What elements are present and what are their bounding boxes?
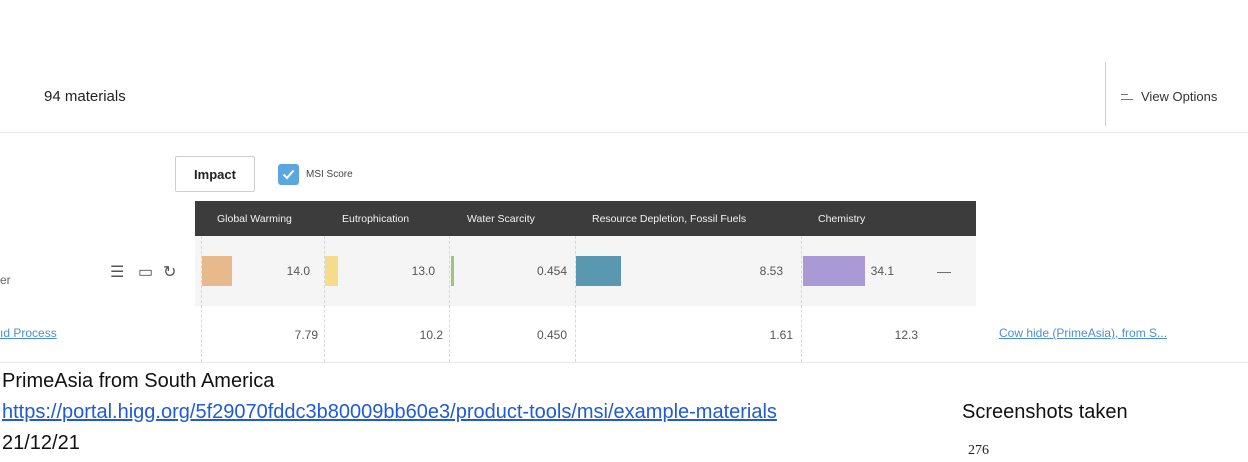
sliders-icon[interactable]: ☰ bbox=[110, 264, 124, 282]
chemistry-value: 34.1 bbox=[870, 264, 894, 278]
eutrophication-value: 10.2 bbox=[419, 328, 443, 342]
msi-score-label: MSI Score bbox=[306, 169, 353, 180]
view-options-label: View Options bbox=[1141, 89, 1218, 104]
global-warming-bar bbox=[202, 256, 232, 286]
caption-date: 21/12/21 bbox=[2, 432, 80, 454]
impact-button[interactable]: Impact bbox=[175, 156, 255, 192]
material-name: er bbox=[0, 273, 11, 287]
msi-score-checkbox[interactable] bbox=[278, 164, 299, 185]
material-link[interactable]: ıd Process bbox=[0, 326, 57, 340]
eutrophication-bar bbox=[325, 256, 338, 286]
reset-icon[interactable]: ↻ bbox=[163, 264, 176, 282]
caption-url-link[interactable]: https://portal.higg.org/5f29070fddc3b800… bbox=[2, 401, 777, 424]
column-header-water-scarcity[interactable]: Water Scarcity bbox=[467, 213, 535, 225]
cow-hide-link[interactable]: Cow hide (PrimeAsia), from S... bbox=[999, 326, 1167, 340]
resource-depletion-bar bbox=[576, 256, 621, 286]
resource-depletion-value: 1.61 bbox=[769, 328, 793, 342]
column-header-chemistry[interactable]: Chemistry bbox=[818, 213, 865, 225]
eutrophication-value: 13.0 bbox=[411, 264, 435, 278]
page-number: 276 bbox=[968, 443, 989, 458]
toolbar-divider bbox=[1105, 62, 1106, 126]
save-icon[interactable]: ▭ bbox=[138, 264, 153, 282]
collapse-dash[interactable]: — bbox=[937, 263, 951, 279]
chemistry-value: 12.3 bbox=[894, 328, 918, 342]
global-warming-value: 14.0 bbox=[286, 264, 310, 278]
caption-screenshots: Screenshots taken bbox=[962, 401, 1128, 423]
view-options-icon bbox=[1121, 93, 1133, 101]
checkmark-icon bbox=[282, 169, 295, 180]
materials-count: 94 materials bbox=[44, 88, 126, 105]
water-scarcity-value: 0.450 bbox=[536, 328, 567, 342]
caption-source: PrimeAsia from South America bbox=[2, 370, 275, 392]
column-header-eutrophication[interactable]: Eutrophication bbox=[342, 213, 409, 225]
water-scarcity-value: 0.454 bbox=[536, 264, 567, 278]
global-warming-value: 7.79 bbox=[294, 328, 318, 342]
resource-depletion-value: 8.53 bbox=[759, 264, 783, 278]
water-scarcity-bar bbox=[451, 256, 454, 286]
view-options-button[interactable]: View Options bbox=[1121, 89, 1217, 104]
column-header-global-warming[interactable]: Global Warming bbox=[217, 213, 292, 225]
materials-toolbar bbox=[0, 62, 1248, 133]
column-header-resource-depletion[interactable]: Resource Depletion, Fossil Fuels bbox=[592, 213, 746, 225]
